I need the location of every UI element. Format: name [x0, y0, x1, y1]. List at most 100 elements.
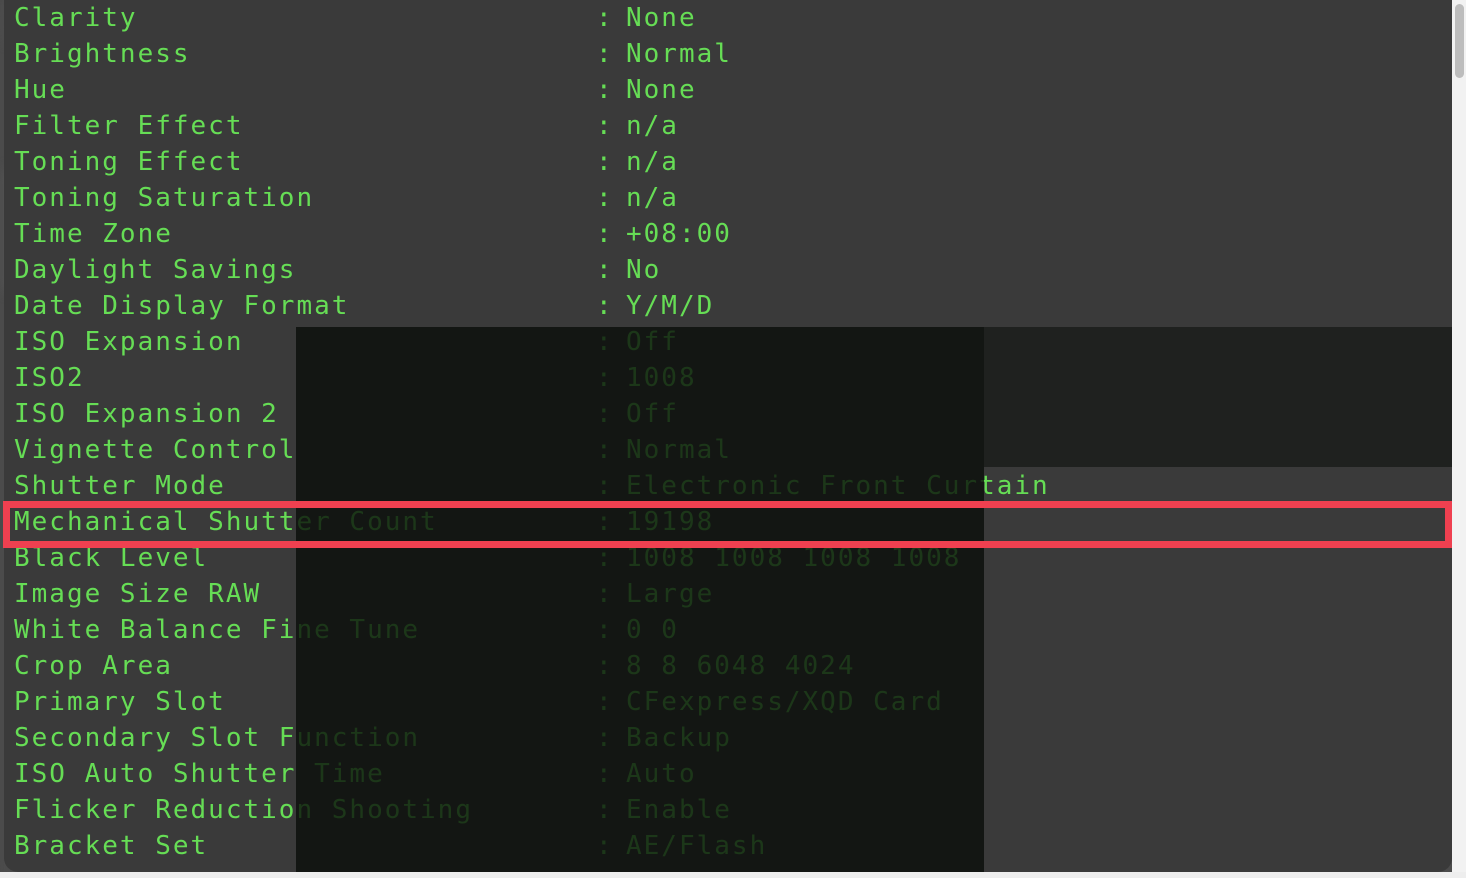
- exif-row-separator: :: [596, 75, 612, 105]
- exif-row: Image Size RAW: Large: [4, 576, 1452, 612]
- exif-row-highlighted: Mechanical Shutter Count:19198: [4, 504, 1452, 540]
- exif-row-separator: :: [596, 579, 612, 609]
- exif-row-label: Black Level: [14, 543, 209, 573]
- exif-row-value: Y/M/D: [626, 291, 715, 321]
- exif-row-separator: :: [596, 471, 612, 501]
- exif-row-separator: :: [596, 759, 612, 789]
- exif-row-label: Hue: [14, 75, 67, 105]
- exif-row-label: Shutter Mode: [14, 471, 226, 501]
- exif-row-label: Time Zone: [14, 219, 173, 249]
- exif-row-separator: :: [596, 3, 612, 33]
- exif-row-label: Daylight Savings: [14, 255, 297, 285]
- exif-row: Daylight Savings: No: [4, 252, 1452, 288]
- exif-row-value: n/a: [626, 183, 679, 213]
- exif-row-label: ISO Expansion: [14, 327, 244, 357]
- exif-row-label: ISO Auto Shutter Time: [14, 759, 385, 789]
- exif-row: ISO Expansion: Off: [4, 324, 1452, 360]
- screenshot-root: Clarity: None Brightness: Normal Hue: None Fil…: [0, 0, 1466, 878]
- exif-row-separator: :: [596, 795, 612, 825]
- exif-row-value: 19198: [626, 507, 715, 537]
- exif-row-value: No: [626, 255, 662, 285]
- exif-row-value: Electronic Front Curtain: [626, 471, 1050, 501]
- exif-row-label: Mechanical Shutter Count: [14, 507, 438, 537]
- exif-row-label: ISO Expansion 2: [14, 399, 279, 429]
- exif-row-label: Primary Slot: [14, 687, 226, 717]
- exif-row: ISO Auto Shutter Time: Auto: [4, 756, 1452, 792]
- exif-row-value: None: [626, 75, 697, 105]
- exif-row-value: Backup: [626, 723, 732, 753]
- exif-row-separator: :: [596, 39, 612, 69]
- exif-row-separator: :: [596, 615, 612, 645]
- exif-row-value: Enable: [626, 795, 732, 825]
- exif-row-separator: :: [596, 435, 612, 465]
- exif-row-label: Date Display Format: [14, 291, 350, 321]
- exif-row: Clarity: None: [4, 0, 1452, 36]
- exif-row-separator: :: [596, 111, 612, 141]
- exif-row-separator: :: [596, 219, 612, 249]
- exif-row-value: +08:00: [626, 219, 732, 249]
- exif-row: Toning Saturation: n/a: [4, 180, 1452, 216]
- exif-row-separator: :: [596, 183, 612, 213]
- exif-row: Bracket Set: AE/Flash: [4, 828, 1452, 864]
- exif-row-separator: :: [596, 507, 612, 537]
- exif-row-label: Toning Saturation: [14, 183, 315, 213]
- scrollbar-thumb[interactable]: [1455, 4, 1464, 78]
- exif-row: Time Zone: +08:00: [4, 216, 1452, 252]
- exif-row-value: CFexpress/XQD Card: [626, 687, 944, 717]
- exif-row-separator: :: [596, 687, 612, 717]
- exif-row-value: 1008: [626, 363, 697, 393]
- exif-row-label: Flicker Reduction Shooting: [14, 795, 473, 825]
- exif-row: Flicker Reduction Shooting: Enable: [4, 792, 1452, 828]
- exif-row-value: Off: [626, 399, 679, 429]
- exif-row: Toning Effect: n/a: [4, 144, 1452, 180]
- exif-row-separator: :: [596, 291, 612, 321]
- exif-row: ISO2:1008: [4, 360, 1452, 396]
- exif-row-value: 0 0: [626, 615, 679, 645]
- exif-row: Crop Area:8 8 6048 4024: [4, 648, 1452, 684]
- exif-row-label: Bracket Set: [14, 831, 209, 861]
- exif-row-label: Vignette Control: [14, 435, 297, 465]
- exif-row-label: ISO2: [14, 363, 85, 393]
- exif-row-label: Toning Effect: [14, 147, 244, 177]
- exif-row: White Balance Fine Tune:0 0: [4, 612, 1452, 648]
- exif-row: ISO Expansion 2: Off: [4, 396, 1452, 432]
- exif-row-label: White Balance Fine Tune: [14, 615, 421, 645]
- exif-row: Filter Effect: n/a: [4, 108, 1452, 144]
- exif-row: Date Display Format: Y/M/D: [4, 288, 1452, 324]
- exif-row-separator: :: [596, 831, 612, 861]
- exif-metadata-panel: Clarity: None Brightness: Normal Hue: None Fil…: [4, 0, 1452, 872]
- exif-row: Primary Slot: CFexpress/XQD Card: [4, 684, 1452, 720]
- exif-row-list: Clarity: None Brightness: Normal Hue: None Fil…: [4, 0, 1452, 864]
- exif-row-label: Secondary Slot Function: [14, 723, 421, 753]
- exif-row: Secondary Slot Function: Backup: [4, 720, 1452, 756]
- exif-row: Vignette Control: Normal: [4, 432, 1452, 468]
- exif-row-value: Auto: [626, 759, 697, 789]
- exif-row-value: 8 8 6048 4024: [626, 651, 856, 681]
- exif-row-value: Normal: [626, 435, 732, 465]
- exif-row-separator: :: [596, 723, 612, 753]
- exif-row-label: Clarity: [14, 3, 138, 33]
- exif-row: Shutter Mode: Electronic Front Curtain: [4, 468, 1452, 504]
- exif-row-label: Filter Effect: [14, 111, 244, 141]
- exif-row-value: n/a: [626, 147, 679, 177]
- exif-row-separator: :: [596, 327, 612, 357]
- exif-row-value: None: [626, 3, 697, 33]
- exif-row-value: Normal: [626, 39, 732, 69]
- window-bottom-edge: [0, 872, 1466, 878]
- exif-row: Brightness: Normal: [4, 36, 1452, 72]
- exif-row: Hue: None: [4, 72, 1452, 108]
- exif-row-separator: :: [596, 255, 612, 285]
- scrollbar-track[interactable]: [1452, 0, 1466, 878]
- exif-row-label: Crop Area: [14, 651, 173, 681]
- exif-row-separator: :: [596, 147, 612, 177]
- exif-row-value: 1008 1008 1008 1008: [626, 543, 962, 573]
- exif-row-label: Brightness: [14, 39, 191, 69]
- exif-row: Black Level:1008 1008 1008 1008: [4, 540, 1452, 576]
- exif-row-value: Large: [626, 579, 715, 609]
- exif-row-separator: :: [596, 543, 612, 573]
- exif-row-separator: :: [596, 363, 612, 393]
- exif-row-value: Off: [626, 327, 679, 357]
- exif-row-value: AE/Flash: [626, 831, 768, 861]
- exif-row-label: Image Size RAW: [14, 579, 262, 609]
- exif-row-separator: :: [596, 399, 612, 429]
